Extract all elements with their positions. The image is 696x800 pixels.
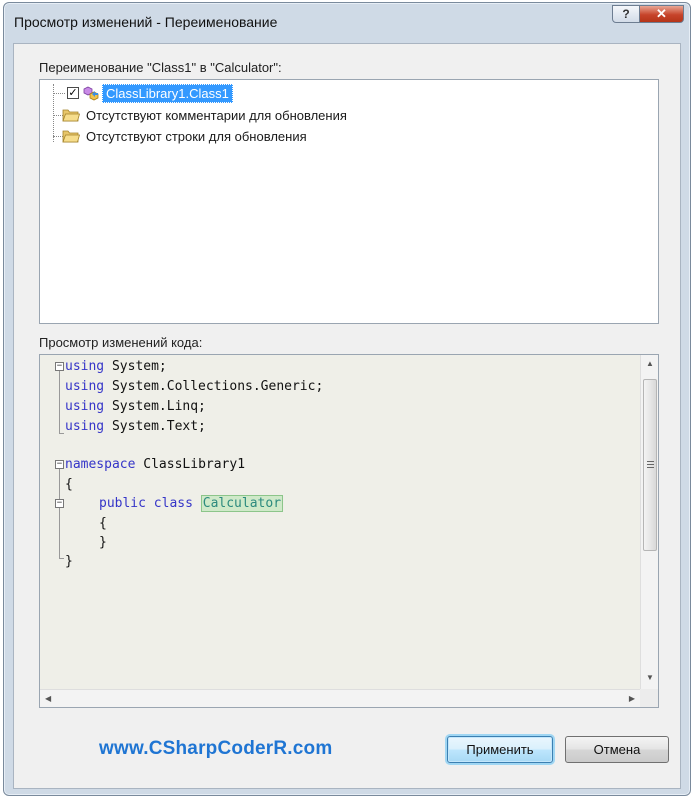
code-line: using System.Collections.Generic; (65, 377, 323, 397)
fold-guide (59, 558, 64, 559)
help-icon: ? (622, 7, 630, 21)
fold-guide (59, 371, 60, 433)
collapse-icon: − (56, 459, 63, 469)
scroll-right-icon[interactable]: ▶ (629, 694, 635, 703)
code-keyword: using (65, 399, 105, 414)
code-label: Просмотр изменений кода: (39, 335, 203, 350)
fold-toggle[interactable]: − (55, 460, 64, 469)
window-title: Просмотр изменений - Переименование (14, 14, 278, 30)
scroll-down-icon[interactable]: ▼ (646, 673, 654, 682)
code-line: } (99, 533, 107, 553)
tree-item-label: Отсутствуют комментарии для обновления (86, 107, 347, 123)
code-text: { (65, 477, 73, 492)
checkbox[interactable]: ✓ (67, 87, 79, 99)
class-icon (83, 86, 99, 101)
tree-label: Переименование "Class1" в "Calculator": (39, 60, 282, 75)
code-line: public class Calculator (99, 494, 284, 514)
tree-item-label: ClassLibrary1.Class1 (102, 83, 233, 103)
fold-guide (59, 508, 60, 558)
apply-button[interactable]: Применить (447, 736, 553, 763)
code-text: System.Linq; (104, 399, 206, 414)
code-keyword: namespace (65, 457, 136, 472)
code-line: using System.Text; (65, 417, 206, 437)
scroll-left-icon[interactable]: ◀ (45, 694, 51, 703)
tree-item-label: Отсутствуют строки для обновления (86, 128, 307, 144)
close-button[interactable]: ✕ (640, 5, 684, 23)
collapse-icon: − (56, 498, 63, 508)
close-icon: ✕ (656, 6, 667, 21)
vertical-scrollbar[interactable]: ▲ ▼ (640, 355, 658, 689)
website-watermark: www.CSharpCoderR.com (99, 738, 333, 759)
tree-item-strings[interactable]: Отсутствуют строки для обновления (62, 126, 307, 146)
check-icon: ✓ (68, 87, 78, 99)
cancel-button-label: Отмена (593, 742, 641, 757)
cancel-button[interactable]: Отмена (565, 736, 669, 763)
scroll-thumb[interactable] (643, 379, 657, 551)
code-text: } (99, 535, 107, 550)
code-editor[interactable]: − − − using System; using System.Collect… (40, 355, 640, 689)
fold-toggle[interactable]: − (55, 362, 64, 371)
dialog-window: Просмотр изменений - Переименование ? ✕ … (3, 2, 691, 796)
renamed-identifier: Calculator (200, 495, 284, 512)
apply-button-label: Применить (466, 742, 534, 757)
tree-item-comments[interactable]: Отсутствуют комментарии для обновления (62, 105, 347, 125)
code-text: System.Collections.Generic; (104, 379, 324, 394)
code-line: } (65, 552, 73, 572)
changes-tree[interactable]: ✓ ClassLibrary1.Class1 Отсутствуют комме… (39, 79, 659, 324)
collapse-icon: − (56, 361, 63, 371)
tree-connector (53, 93, 65, 94)
code-text: System.Text; (104, 419, 206, 434)
code-keyword: using (65, 419, 105, 434)
code-line: { (65, 475, 73, 495)
scroll-corner (640, 689, 658, 707)
code-line: { (99, 514, 107, 534)
title-buttons: ? ✕ (612, 5, 684, 23)
code-preview[interactable]: − − − using System; using System.Collect… (39, 354, 659, 708)
fold-guide (59, 469, 60, 499)
code-text: } (65, 554, 73, 569)
scroll-up-icon[interactable]: ▲ (646, 359, 654, 368)
code-line: namespace ClassLibrary1 (65, 455, 245, 475)
code-keyword: using (65, 359, 105, 374)
code-text: ClassLibrary1 (135, 457, 246, 472)
fold-toggle[interactable]: − (55, 499, 64, 508)
code-keyword: using (65, 379, 105, 394)
code-text: System; (104, 359, 167, 374)
code-keyword: public class (99, 496, 193, 511)
grip-line (647, 461, 654, 462)
title-bar: Просмотр изменений - Переименование ? ✕ (4, 3, 690, 41)
horizontal-scrollbar[interactable]: ◀ ▶ (40, 689, 640, 707)
code-line: using System; (65, 357, 167, 377)
fold-guide (59, 433, 64, 434)
code-text: { (99, 516, 107, 531)
grip-line (647, 464, 654, 465)
tree-item-class[interactable]: ✓ ClassLibrary1.Class1 (67, 83, 233, 103)
code-line: using System.Linq; (65, 397, 206, 417)
folder-icon (62, 109, 80, 122)
dialog-client: Переименование "Class1" в "Calculator": … (13, 43, 681, 789)
grip-line (647, 467, 654, 468)
help-button[interactable]: ? (612, 5, 640, 23)
folder-icon (62, 130, 80, 143)
